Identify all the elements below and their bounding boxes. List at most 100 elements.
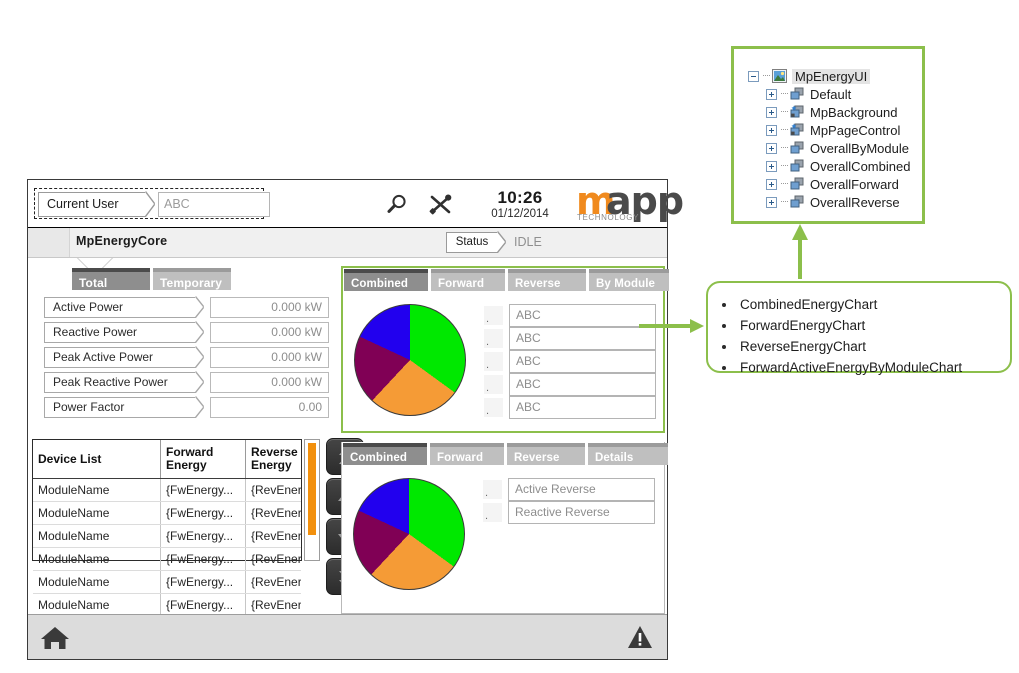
- callout-item: ReverseEnergyChart: [708, 336, 1010, 357]
- tab-reverse[interactable]: Reverse: [508, 269, 586, 291]
- pages-star-icon: [790, 105, 805, 119]
- pages-icon: [790, 141, 805, 155]
- legend-label: ABC: [509, 395, 656, 419]
- legend-swatch[interactable]: [484, 352, 503, 371]
- callout-item: ForwardEnergyChart: [708, 315, 1010, 336]
- legend-row: Reactive Reverse: [483, 500, 655, 524]
- tree-label: OverallByModule: [810, 140, 909, 156]
- metric-value: 0.00: [210, 397, 329, 418]
- legend-row: Active Reverse: [483, 477, 655, 501]
- expand-plus-icon[interactable]: [766, 142, 777, 154]
- legend-swatch[interactable]: [484, 306, 503, 325]
- current-user-value[interactable]: ABC: [158, 192, 270, 217]
- clock: 10:26 01/12/2014: [474, 188, 566, 221]
- table-row[interactable]: ModuleName {FwEnergy... {RevEnerg...: [33, 570, 301, 594]
- home-icon[interactable]: [40, 624, 70, 657]
- cell-reverse: {RevEnerg...: [245, 547, 301, 571]
- warning-triangle-icon[interactable]: [627, 624, 653, 655]
- tree-node-overallreverse[interactable]: OverallReverse: [766, 193, 910, 211]
- legend-swatch[interactable]: [484, 375, 503, 394]
- table-row[interactable]: ModuleName {FwEnergy... {RevEnerg...: [33, 478, 301, 502]
- tree-label: Default: [810, 86, 852, 102]
- tree-node-mpbackground[interactable]: MpBackground: [766, 103, 910, 121]
- metric-value: 0.000 kW: [210, 372, 329, 393]
- expand-plus-icon[interactable]: [766, 124, 777, 136]
- tab-combined-2[interactable]: Combined: [343, 443, 427, 465]
- legend-swatch[interactable]: [483, 503, 502, 522]
- cell-forward: {FwEnergy...: [160, 547, 246, 571]
- legend-label: Reactive Reverse: [508, 500, 655, 524]
- legend-label: ABC: [509, 372, 656, 396]
- page-title: MpEnergyCore: [76, 234, 168, 248]
- cell-device: ModuleName: [33, 478, 161, 502]
- pages-star-icon: [790, 123, 805, 137]
- column-header-reverse-energy: Reverse Energy: [245, 440, 301, 479]
- callout-item: CombinedEnergyChart: [708, 294, 1010, 315]
- tree-label: OverallReverse: [810, 194, 900, 210]
- tree-node-overallcombined[interactable]: OverallCombined: [766, 157, 910, 175]
- tree-node-default[interactable]: Default: [766, 85, 910, 103]
- callout-label: ForwardActiveEnergyByModuleChart: [740, 360, 963, 375]
- tree-label: OverallForward: [810, 176, 899, 192]
- tools-icon[interactable]: [428, 192, 454, 216]
- legend-label: ABC: [509, 349, 656, 373]
- legend-swatch[interactable]: [484, 398, 503, 417]
- expand-plus-icon[interactable]: [766, 106, 777, 118]
- status-value: IDLE: [514, 235, 542, 249]
- metric-label: Peak Active Power: [44, 347, 196, 368]
- legend-swatch[interactable]: [484, 329, 503, 348]
- clock-date: 01/12/2014: [491, 208, 549, 220]
- table-row[interactable]: ModuleName {FwEnergy... {RevEnerg...: [33, 501, 301, 525]
- expand-plus-icon[interactable]: [766, 178, 777, 190]
- metric-value: 0.000 kW: [210, 322, 329, 343]
- tree-node-overallforward[interactable]: OverallForward: [766, 175, 910, 193]
- table-row[interactable]: ModuleName {FwEnergy... {RevEnerg...: [33, 524, 301, 548]
- tab-combined[interactable]: Combined: [344, 269, 428, 291]
- table-row[interactable]: ModuleName {FwEnergy... {RevEnerg...: [33, 547, 301, 571]
- arrow-callout-to-tree: [792, 224, 808, 279]
- reverse-chart-panel: Combined Forward Reverse Details Active …: [341, 442, 668, 614]
- cell-forward: {FwEnergy...: [160, 524, 246, 548]
- tree-connector: [781, 111, 788, 113]
- tree-label: MpBackground: [810, 104, 898, 120]
- cell-forward: {FwEnergy...: [160, 501, 246, 525]
- tab-by-module[interactable]: By Module: [589, 269, 669, 291]
- expand-plus-icon[interactable]: [766, 160, 777, 172]
- cell-forward: {FwEnergy...: [160, 478, 246, 502]
- cell-device: ModuleName: [33, 501, 161, 525]
- metric-row: Peak Active Power 0.000 kW: [44, 347, 332, 368]
- tree-label: OverallCombined: [810, 158, 911, 174]
- tree-node-mpenergyui[interactable]: MpEnergyUI: [748, 67, 910, 85]
- tree-connector: [781, 165, 788, 167]
- tree-connector: [763, 75, 770, 77]
- tab-temporary[interactable]: Temporary: [153, 268, 231, 290]
- tree-node-overallbymodule[interactable]: OverallByModule: [766, 139, 910, 157]
- tab-details[interactable]: Details: [588, 443, 668, 465]
- cell-reverse: {RevEnerg...: [245, 478, 301, 502]
- tab-total[interactable]: Total: [72, 268, 150, 290]
- tab-forward-2[interactable]: Forward: [430, 443, 504, 465]
- metric-value: 0.000 kW: [210, 347, 329, 368]
- expand-plus-icon[interactable]: [766, 88, 777, 100]
- tab-reverse-2[interactable]: Reverse: [507, 443, 585, 465]
- callout-label: ReverseEnergyChart: [740, 339, 867, 354]
- table-scrollbar[interactable]: [304, 439, 320, 561]
- hmi-window: Current User ABC 10:26 01/12/2014 m app …: [27, 179, 684, 660]
- legend-label: Active Reverse: [508, 477, 655, 501]
- tree-connector: [781, 129, 788, 131]
- tree-node-mppagecontrol[interactable]: MpPageControl: [766, 121, 910, 139]
- search-icon[interactable]: [384, 192, 410, 216]
- bullet-icon: [722, 365, 726, 370]
- legend-swatch[interactable]: [483, 480, 502, 499]
- scrollbar-thumb[interactable]: [308, 443, 316, 535]
- collapse-minus-icon[interactable]: [748, 70, 759, 82]
- left-tab-bar: Total Temporary: [72, 268, 234, 290]
- metric-label: Active Power: [44, 297, 196, 318]
- reverse-energy-pie-chart: [353, 478, 465, 590]
- tab-forward[interactable]: Forward: [431, 269, 505, 291]
- page-tree-panel: MpEnergyUI Default MpBackground MpPageCo…: [731, 46, 925, 224]
- metric-row: Peak Reactive Power 0.000 kW: [44, 372, 332, 393]
- tree-label: MpPageControl: [810, 122, 901, 138]
- expand-plus-icon[interactable]: [766, 196, 777, 208]
- status-badge: Status IDLE: [446, 232, 542, 253]
